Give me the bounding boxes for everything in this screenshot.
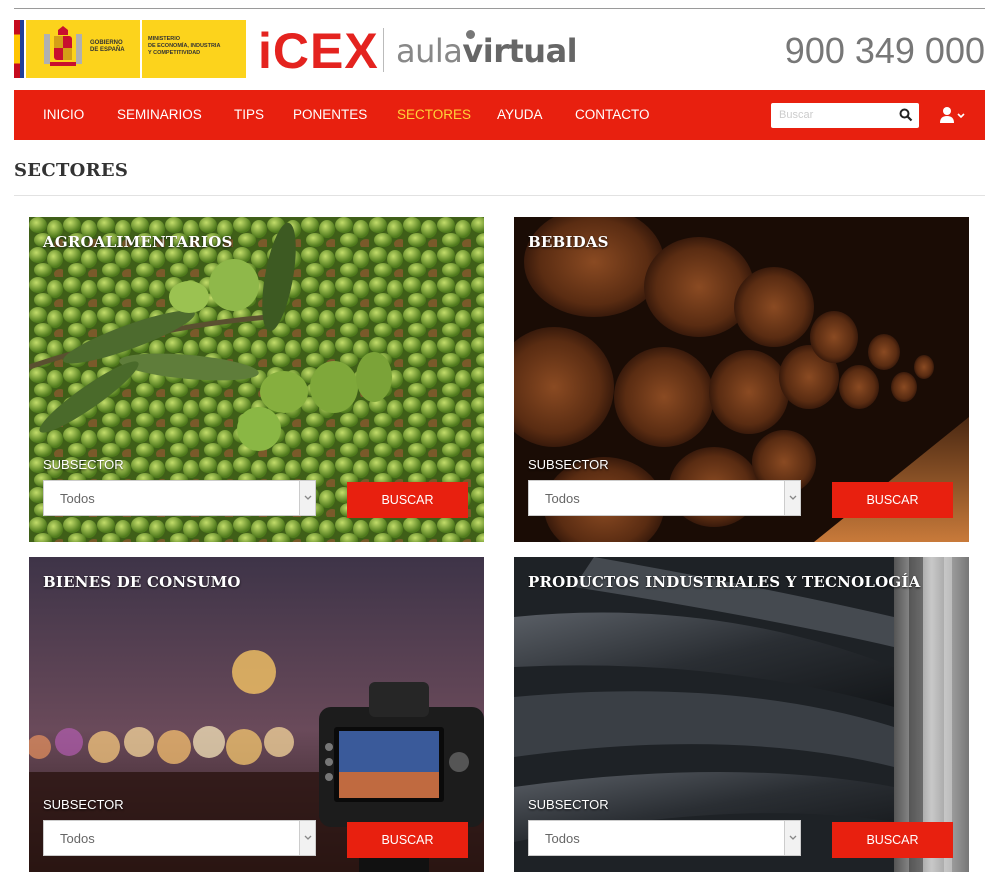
eu-stripe [20, 20, 24, 78]
nav-seminarios[interactable]: SEMINARIOS [117, 107, 202, 122]
subsector-select[interactable]: Todos [528, 820, 801, 856]
gov-line-1: GOBIERNO [90, 40, 123, 46]
search-input[interactable]: Buscar [771, 103, 919, 128]
nav-inicio[interactable]: INICIO [43, 107, 84, 122]
nav-contacto[interactable]: CONTACTO [575, 107, 650, 122]
nav-ayuda[interactable]: AYUDA [497, 107, 543, 122]
sector-card-agroalimentarios: AGROALIMENTARIOS SUBSECTOR Todos BUSCAR [29, 217, 484, 542]
page-title: SECTORES [14, 160, 129, 181]
virtual-text: virtual [462, 32, 578, 70]
chevron-down-icon [299, 481, 315, 515]
subsector-label: SUBSECTOR [528, 797, 609, 812]
phone-number: 900 349 000 [784, 30, 985, 71]
logo-separator [383, 28, 384, 72]
sector-card-productos-industriales: PRODUCTOS INDUSTRIALES Y TECNOLOGÍA SUBS… [514, 557, 969, 872]
main-nav: INICIO SEMINARIOS TIPS PONENTES SECTORES… [14, 90, 985, 140]
icex-logo[interactable]: iCEX [258, 22, 379, 80]
min-line-1: MINISTERIO [148, 36, 181, 42]
search-icon[interactable] [899, 108, 913, 122]
subsector-label: SUBSECTOR [43, 797, 124, 812]
min-line-2: DE ECONOMÍA, INDUSTRIA [148, 43, 221, 49]
buscar-button[interactable]: BUSCAR [347, 482, 468, 518]
nav-ponentes[interactable]: PONENTES [293, 107, 367, 122]
aula-text: aula [396, 32, 463, 70]
sector-card-bienes-de-consumo: BIENES DE CONSUMO SUBSECTOR Todos BUSCAR [29, 557, 484, 872]
ministerio-logo[interactable]: MINISTERIO DE ECONOMÍA, INDUSTRIA Y COMP… [142, 20, 246, 78]
aula-virtual-logo[interactable]: aulavirtual [396, 32, 578, 70]
chevron-down-icon [784, 821, 800, 855]
min-line-3: Y COMPETITIVIDAD [148, 50, 201, 56]
user-menu-icon[interactable] [939, 106, 967, 124]
chevron-down-icon [784, 481, 800, 515]
buscar-button[interactable]: BUSCAR [832, 482, 953, 518]
subsector-select[interactable]: Todos [43, 820, 316, 856]
sector-title: BEBIDAS [528, 233, 609, 251]
buscar-button[interactable]: BUSCAR [347, 822, 468, 858]
sector-title: BIENES DE CONSUMO [43, 573, 241, 591]
nav-sectores[interactable]: SECTORES [397, 107, 471, 122]
select-value: Todos [60, 491, 95, 506]
select-value: Todos [545, 491, 580, 506]
site-header: GOBIERNO DE ESPAÑA MINISTERIO DE ECONOMÍ… [14, 18, 985, 82]
title-divider [14, 195, 985, 196]
subsector-label: SUBSECTOR [528, 457, 609, 472]
gobierno-text: GOBIERNO DE ESPAÑA [90, 40, 125, 54]
gov-line-2: DE ESPAÑA [90, 47, 125, 53]
sector-title: PRODUCTOS INDUSTRIALES Y TECNOLOGÍA [528, 573, 921, 591]
search-placeholder: Buscar [779, 109, 814, 121]
subsector-select[interactable]: Todos [528, 480, 801, 516]
chevron-down-icon [299, 821, 315, 855]
top-divider [14, 8, 985, 9]
gobierno-logo[interactable]: GOBIERNO DE ESPAÑA [26, 20, 140, 78]
sector-card-bebidas: BEBIDAS SUBSECTOR Todos BUSCAR [514, 217, 969, 542]
nav-tips[interactable]: TIPS [234, 107, 264, 122]
subsector-label: SUBSECTOR [43, 457, 124, 472]
subsector-select[interactable]: Todos [43, 480, 316, 516]
ministerio-text: MINISTERIO DE ECONOMÍA, INDUSTRIA Y COMP… [148, 36, 220, 57]
coat-of-arms-icon [44, 26, 82, 66]
select-value: Todos [545, 831, 580, 846]
select-value: Todos [60, 831, 95, 846]
sector-title: AGROALIMENTARIOS [43, 233, 233, 251]
buscar-button[interactable]: BUSCAR [832, 822, 953, 858]
